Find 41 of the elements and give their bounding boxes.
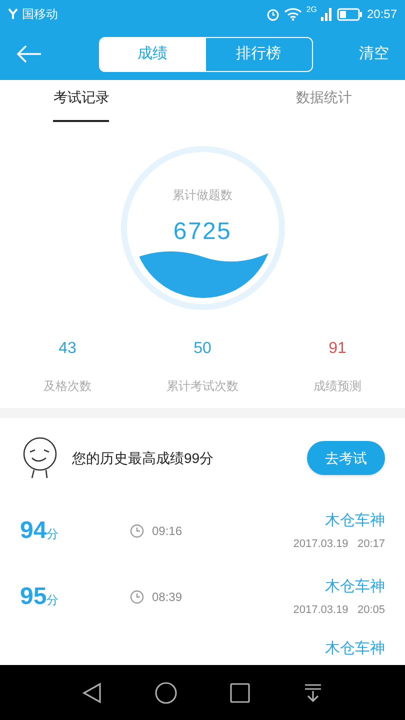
clock-time: 20:57 [366,6,397,23]
stat-value: 91 [328,339,346,359]
user-name: 木仓车神 [325,639,385,659]
take-exam-button[interactable]: 去考试 [307,441,385,475]
segment-tab[interactable]: 成绩 [100,38,206,70]
stat-label: 累计考试次数 [166,378,238,395]
record-date: 2017.03.19 20:05 [293,603,385,618]
stat-value: 50 [194,339,212,359]
tab[interactable]: 考试记录 [0,80,202,130]
score-value: 94 [20,516,47,546]
user-name: 木仓车神 [325,576,385,596]
network-label: 2G [306,4,317,16]
stat-value: 43 [58,339,76,359]
clock-icon [130,590,144,604]
notification-pull-icon[interactable] [302,682,323,702]
tab[interactable]: 数据统计 [202,80,405,130]
clear-button[interactable]: 清空 [359,42,389,66]
score-value: 95 [20,582,47,612]
carrier-name: 国移动 [22,6,58,23]
record-date: 2017.03.19 20:17 [293,537,385,552]
antenna-icon [8,8,18,20]
wifi-icon [284,7,302,21]
segment-tab[interactable]: 排行榜 [206,38,312,70]
arrow-left-icon [16,45,42,63]
gauge-label: 累计做题数 [172,186,232,204]
user-name: 木仓车神 [325,510,385,530]
back-nav-icon[interactable] [82,682,102,704]
battery-icon [336,8,363,20]
score-unit: 分 [46,527,59,543]
signal-icon [320,7,333,21]
duration-text: 09:16 [152,523,182,540]
alarm-icon [266,7,280,21]
home-nav-icon[interactable] [155,682,178,704]
best-score-text: 您的历史最高成绩99分 [72,448,215,468]
clock-icon [130,524,144,538]
stat-label: 成绩预测 [314,378,362,395]
gauge-value: 6725 [173,216,232,246]
recents-nav-icon[interactable] [230,682,250,702]
duration-text: 08:39 [152,589,182,606]
score-unit: 分 [46,592,59,609]
stat-label: 及格次数 [44,378,92,395]
